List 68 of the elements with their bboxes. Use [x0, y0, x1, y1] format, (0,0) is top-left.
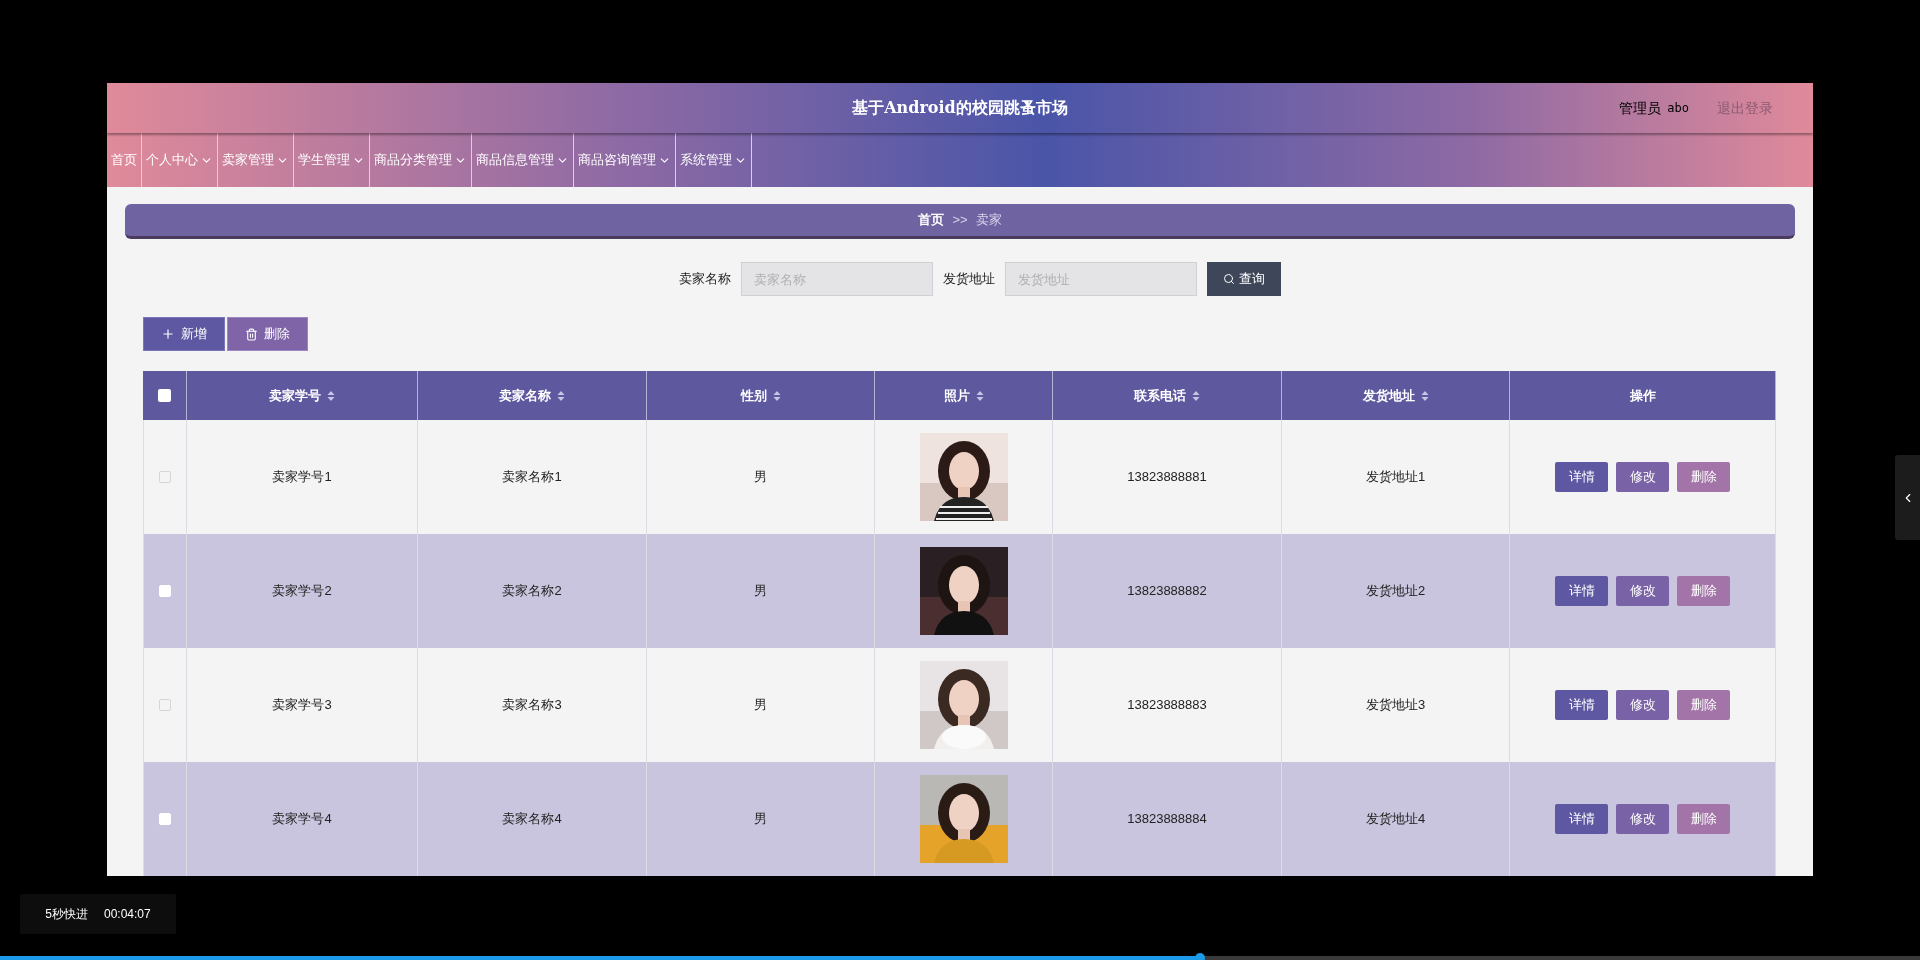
table-cell-text: 发货地址2: [1365, 582, 1426, 601]
delete-button[interactable]: 删除: [1677, 690, 1730, 720]
search-label: 卖家名称: [679, 270, 731, 289]
add-button[interactable]: 新增: [143, 317, 225, 351]
edit-button[interactable]: 修改: [1616, 690, 1669, 720]
breadcrumb-separator: >>: [952, 211, 968, 230]
search-button[interactable]: 查询: [1207, 262, 1281, 296]
details-button[interactable]: 详情: [1555, 576, 1608, 606]
breadcrumb-home[interactable]: 首页: [918, 210, 945, 230]
select-all-checkbox[interactable]: [158, 389, 171, 402]
nav-item[interactable]: 首页: [107, 133, 142, 187]
table-cell-text: 13823888883: [1127, 696, 1207, 715]
table-cell-text: 男: [754, 582, 767, 601]
details-button[interactable]: 详情: [1555, 690, 1608, 720]
site-title: 基于Android的校园跳蚤市场: [852, 97, 1068, 119]
table-cell-text: 卖家名称3: [502, 696, 562, 715]
nav-item[interactable]: 个人中心: [142, 133, 218, 187]
edit-button[interactable]: 修改: [1616, 576, 1669, 606]
progress-handle[interactable]: [1195, 953, 1205, 960]
batch-delete-button[interactable]: 删除: [227, 317, 308, 351]
sort-icon[interactable]: [1420, 389, 1429, 402]
sort-icon[interactable]: [1192, 389, 1200, 402]
table-cell-text: 卖家名称1: [502, 468, 562, 487]
table-cell-text: 卖家名称4: [502, 810, 562, 829]
nav-item[interactable]: 系统管理: [676, 133, 752, 187]
sort-icon[interactable]: [557, 389, 565, 402]
fast-forward-hint: 5秒快进: [45, 906, 88, 923]
table-cell-text: 发货地址1: [1365, 468, 1426, 487]
row-checkbox[interactable]: [159, 471, 171, 483]
sort-icon[interactable]: [327, 389, 335, 402]
nav-item[interactable]: 商品咨询管理: [574, 133, 676, 187]
table-cell-text: 13823888882: [1127, 582, 1207, 601]
playback-time: 00:04:07: [104, 906, 151, 923]
table-cell-text: 男: [754, 696, 767, 715]
table-cell-text: 男: [754, 810, 767, 829]
edit-button[interactable]: 修改: [1616, 462, 1669, 492]
table-cell-text: 男: [754, 468, 767, 487]
table-cell-text: 卖家名称2: [502, 582, 562, 601]
user-name: abo: [1667, 100, 1689, 117]
trash-icon: [245, 327, 258, 341]
edit-button[interactable]: 修改: [1616, 804, 1669, 834]
nav-item[interactable]: 学生管理: [294, 133, 370, 187]
table-cell-text: 发货地址4: [1365, 810, 1426, 829]
details-button[interactable]: 详情: [1555, 462, 1608, 492]
nav-item[interactable]: 商品信息管理: [472, 133, 574, 187]
delete-button[interactable]: 删除: [1677, 462, 1730, 492]
search-label: 发货地址: [943, 270, 995, 289]
sort-icon[interactable]: [772, 389, 781, 402]
table-cell-text: 13823888884: [1127, 810, 1207, 829]
plus-icon: [161, 327, 175, 341]
search-icon: [1223, 273, 1235, 285]
breadcrumb-current: 卖家: [975, 211, 1002, 230]
table-cell-text: 13823888881: [1127, 468, 1207, 487]
nav-item[interactable]: 卖家管理: [218, 133, 294, 187]
table-cell-text: 卖家学号2: [272, 582, 332, 601]
table-cell-text: 卖家学号1: [272, 468, 332, 487]
progress-track[interactable]: [0, 956, 1920, 960]
table-cell-text: 卖家学号4: [272, 810, 332, 829]
user-role: 管理员: [1619, 98, 1662, 118]
table-cell-text: 发货地址3: [1365, 696, 1426, 715]
sort-icon[interactable]: [975, 389, 984, 402]
delete-button[interactable]: 删除: [1677, 576, 1730, 606]
side-panel-toggle[interactable]: [1895, 455, 1920, 540]
delete-button[interactable]: 删除: [1677, 804, 1730, 834]
details-button[interactable]: 详情: [1555, 804, 1608, 834]
row-checkbox[interactable]: [159, 699, 171, 711]
table-cell-text: 卖家学号3: [272, 696, 332, 715]
nav-item[interactable]: 商品分类管理: [370, 133, 472, 187]
